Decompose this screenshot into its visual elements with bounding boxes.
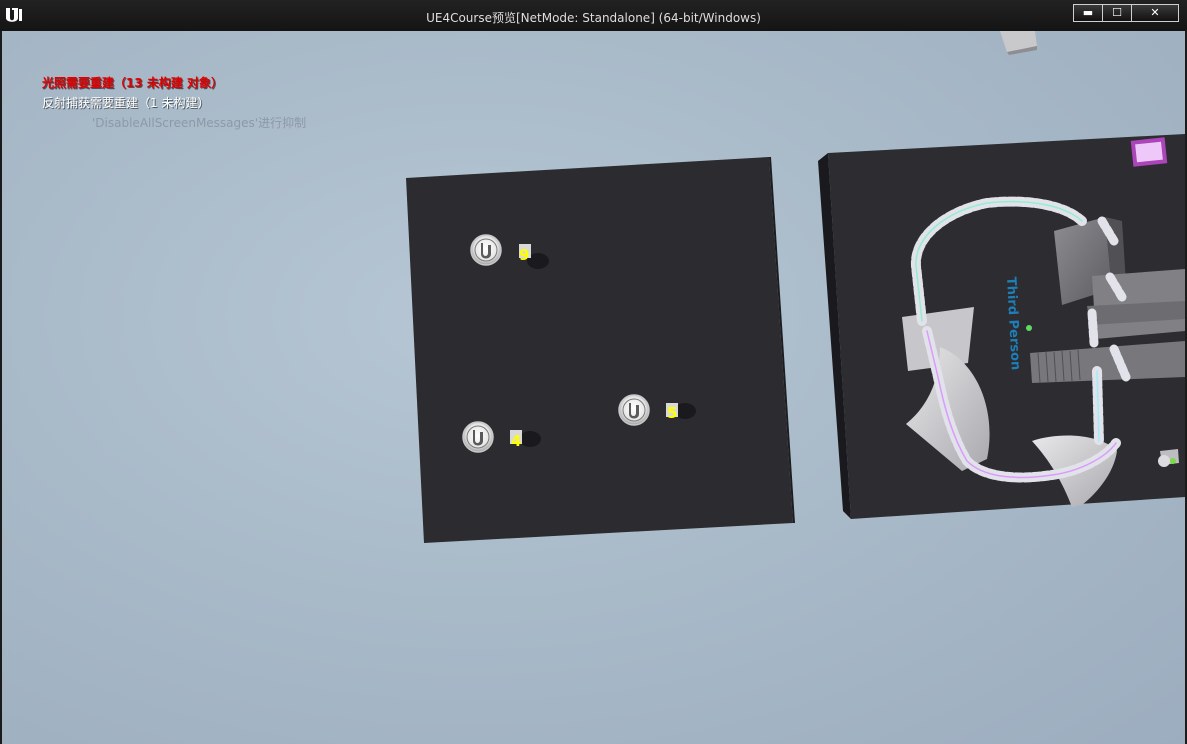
game-window: UE4Course预览[NetMode: Standalone] (64-bit… [0, 0, 1187, 744]
maximize-button[interactable]: ☐ [1102, 4, 1132, 22]
reflection-rebuild-message: 反射捕获需要重建（1 未构建） [42, 96, 210, 110]
pickup-number: 9 [519, 246, 529, 264]
pickup-number: 4 [511, 432, 521, 450]
suppress-messages-hint: 'DisableAllScreenMessages'进行抑制 [92, 116, 307, 130]
magenta-cube [1130, 137, 1168, 167]
window-title: UE4Course预览[NetMode: Standalone] (64-bit… [426, 11, 761, 25]
level-scene: 9 5 4 Third Person [406, 31, 1185, 543]
game-viewport[interactable]: 9 5 4 Third Person 光照需要重建（13 未构建 对象） 反射捕… [2, 31, 1185, 744]
pickup-number: 5 [667, 404, 677, 422]
close-button[interactable]: ✕ [1131, 4, 1179, 22]
player-marker [1026, 325, 1032, 331]
floating-cube [1000, 31, 1037, 55]
lighting-rebuild-message: 光照需要重建（13 未构建 对象） [42, 76, 224, 90]
title-bar[interactable]: UE4Course预览[NetMode: Standalone] (64-bit… [0, 0, 1187, 31]
left-platform [406, 157, 795, 543]
window-controls: ▬ ☐ ✕ [1073, 4, 1179, 22]
minimize-button[interactable]: ▬ [1073, 4, 1103, 22]
